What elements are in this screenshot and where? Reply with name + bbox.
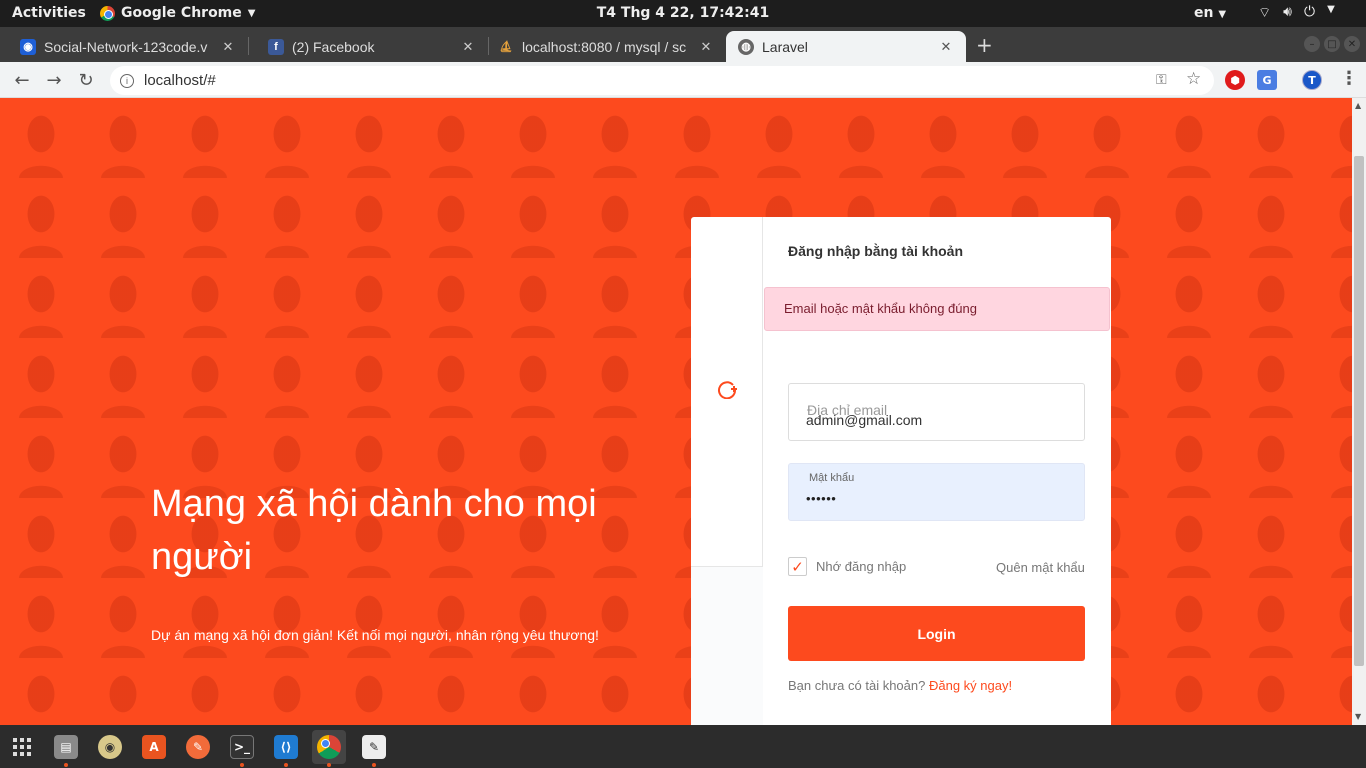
- tab-laravel[interactable]: ◍ Laravel ✕: [726, 31, 966, 62]
- password-label: Mật khẩu: [809, 472, 855, 484]
- tab-title: Laravel: [762, 38, 808, 55]
- signup-prompt-text: Bạn chưa có tài khoản?: [788, 678, 926, 693]
- address-bar[interactable]: i localhost/# ⚿ ☆: [110, 66, 1214, 95]
- minimize-icon[interactable]: –: [1304, 36, 1320, 52]
- scroll-up-icon[interactable]: ▲: [1355, 101, 1361, 110]
- system-tray[interactable]: ⌔ 🔊︎ ⏻ ▼: [1258, 4, 1335, 22]
- power-icon: ⏻: [1304, 4, 1316, 20]
- dock-terminal[interactable]: >_: [225, 730, 259, 767]
- dock-vscode[interactable]: ⟨⟩: [269, 730, 303, 767]
- password-value: ••••••: [806, 491, 837, 506]
- close-icon[interactable]: ✕: [458, 39, 478, 55]
- login-button[interactable]: Login: [788, 606, 1085, 661]
- scrollbar-thumb[interactable]: [1354, 156, 1364, 666]
- remember-label: Nhớ đăng nhập: [816, 559, 907, 574]
- chrome-menu-icon[interactable]: ⋮: [1340, 68, 1358, 89]
- dock-files[interactable]: ▤: [49, 730, 83, 767]
- file-manager-icon: ▤: [54, 735, 78, 759]
- system-top-bar: Activities Google Chrome ▼ T4 Thg 4 22, …: [0, 0, 1366, 27]
- vscode-live-icon: ◉: [20, 38, 36, 55]
- close-icon[interactable]: ✕: [696, 39, 716, 55]
- reload-button[interactable]: ↻: [74, 68, 98, 92]
- adblock-extension-icon[interactable]: ⬢: [1225, 70, 1245, 90]
- dock: ▤ ◉ A ✎ >_ ⟨⟩ ✎: [0, 725, 1366, 768]
- page-scrollbar[interactable]: ▲ ▼: [1352, 98, 1366, 725]
- close-icon[interactable]: ✕: [936, 39, 956, 55]
- postman-icon: ✎: [186, 735, 210, 759]
- signup-prompt: Bạn chưa có tài khoản? Đăng ký ngay!: [788, 678, 1012, 693]
- terminal-icon: >_: [230, 735, 254, 759]
- dock-software[interactable]: A: [137, 730, 171, 764]
- text-editor-icon: ✎: [362, 735, 386, 759]
- dock-chrome[interactable]: [312, 730, 346, 767]
- close-icon[interactable]: ✕: [218, 39, 238, 55]
- tab-title: Social-Network-123code.v: [44, 38, 208, 55]
- chrome-icon: [317, 735, 341, 759]
- site-info-icon[interactable]: i: [120, 73, 134, 88]
- chevron-down-icon: ▼: [1327, 4, 1335, 15]
- error-alert: Email hoặc mật khẩu không đúng: [764, 287, 1110, 331]
- brand-logo-icon: [718, 381, 737, 399]
- hero-title: Mạng xã hội dành cho mọi người: [151, 483, 597, 578]
- language-indicator[interactable]: en ▼: [1194, 5, 1226, 21]
- app-menu[interactable]: Google Chrome ▼: [100, 5, 255, 21]
- chevron-down-icon: ▼: [247, 7, 256, 19]
- dock-camera[interactable]: ◉: [93, 730, 127, 764]
- maximize-icon[interactable]: □: [1324, 36, 1340, 52]
- new-tab-button[interactable]: +: [976, 33, 993, 57]
- phpmyadmin-icon: ⛵︎: [499, 41, 513, 53]
- login-page: Mạng xã hội dành cho mọi người Dự án mạn…: [0, 98, 1352, 725]
- dock-text-editor[interactable]: ✎: [357, 730, 391, 767]
- email-value: admin@gmail.com: [806, 412, 923, 428]
- app-grid-icon: [13, 738, 31, 756]
- clock[interactable]: T4 Thg 4 22, 17:42:41: [597, 5, 770, 21]
- window-controls: – □ ✕: [1304, 36, 1360, 52]
- volume-icon: 🔊︎: [1283, 4, 1292, 20]
- forward-button[interactable]: →: [42, 68, 66, 92]
- activities-button[interactable]: Activities: [12, 5, 86, 21]
- hero-subtitle: Dự án mạng xã hội đơn giản! Kết nối mọi …: [151, 627, 599, 643]
- login-card: Đăng nhập bằng tài khoản Email hoặc mật …: [691, 217, 1111, 725]
- tab-title: localhost:8080 / mysql / sc: [522, 38, 687, 55]
- tab-title: (2) Facebook: [292, 38, 375, 55]
- wifi-icon: ⌔: [1258, 5, 1272, 21]
- tab-strip: ◉ Social-Network-123code.v ✕ f (2) Faceb…: [0, 27, 1366, 62]
- remember-me[interactable]: ✓ Nhớ đăng nhập: [788, 557, 906, 576]
- signup-link[interactable]: Đăng ký ngay!: [929, 678, 1012, 693]
- chrome-icon: [100, 5, 115, 21]
- scroll-down-icon[interactable]: ▼: [1355, 712, 1361, 721]
- key-icon[interactable]: ⚿: [1156, 71, 1167, 88]
- card-sidebar: [691, 217, 763, 725]
- close-window-icon[interactable]: ✕: [1344, 36, 1360, 52]
- profile-avatar[interactable]: T: [1302, 70, 1322, 90]
- back-button[interactable]: ←: [10, 68, 34, 92]
- tab-facebook[interactable]: f (2) Facebook ✕: [248, 31, 488, 62]
- app-menu-label: Google Chrome: [121, 5, 242, 21]
- vscode-icon: ⟨⟩: [274, 735, 298, 759]
- app-grid-button[interactable]: [5, 730, 39, 764]
- url-text: localhost/#: [144, 72, 216, 89]
- facebook-icon: f: [268, 38, 284, 55]
- password-field[interactable]: Mật khẩu ••••••: [788, 463, 1085, 521]
- dock-postman[interactable]: ✎: [181, 730, 215, 764]
- globe-icon: ◍: [738, 38, 754, 55]
- email-field[interactable]: Địa chỉ email admin@gmail.com: [788, 383, 1085, 441]
- camera-icon: ◉: [98, 735, 122, 759]
- bookmark-star-icon[interactable]: ☆: [1186, 69, 1201, 89]
- login-heading: Đăng nhập bằng tài khoản: [788, 243, 964, 259]
- translate-extension-icon[interactable]: G: [1257, 70, 1277, 90]
- navigation-bar: ← → ↻ i localhost/# ⚿ ☆ ⬢ G T ⋮: [0, 62, 1366, 98]
- software-center-icon: A: [142, 735, 166, 759]
- check-icon: ✓: [791, 558, 804, 576]
- forgot-password-link[interactable]: Quên mật khẩu: [996, 560, 1085, 575]
- tab-social-network[interactable]: ◉ Social-Network-123code.v ✕: [0, 31, 248, 62]
- remember-checkbox[interactable]: ✓: [788, 557, 807, 576]
- tab-phpmyadmin[interactable]: ⛵︎ localhost:8080 / mysql / sc ✕: [488, 31, 726, 62]
